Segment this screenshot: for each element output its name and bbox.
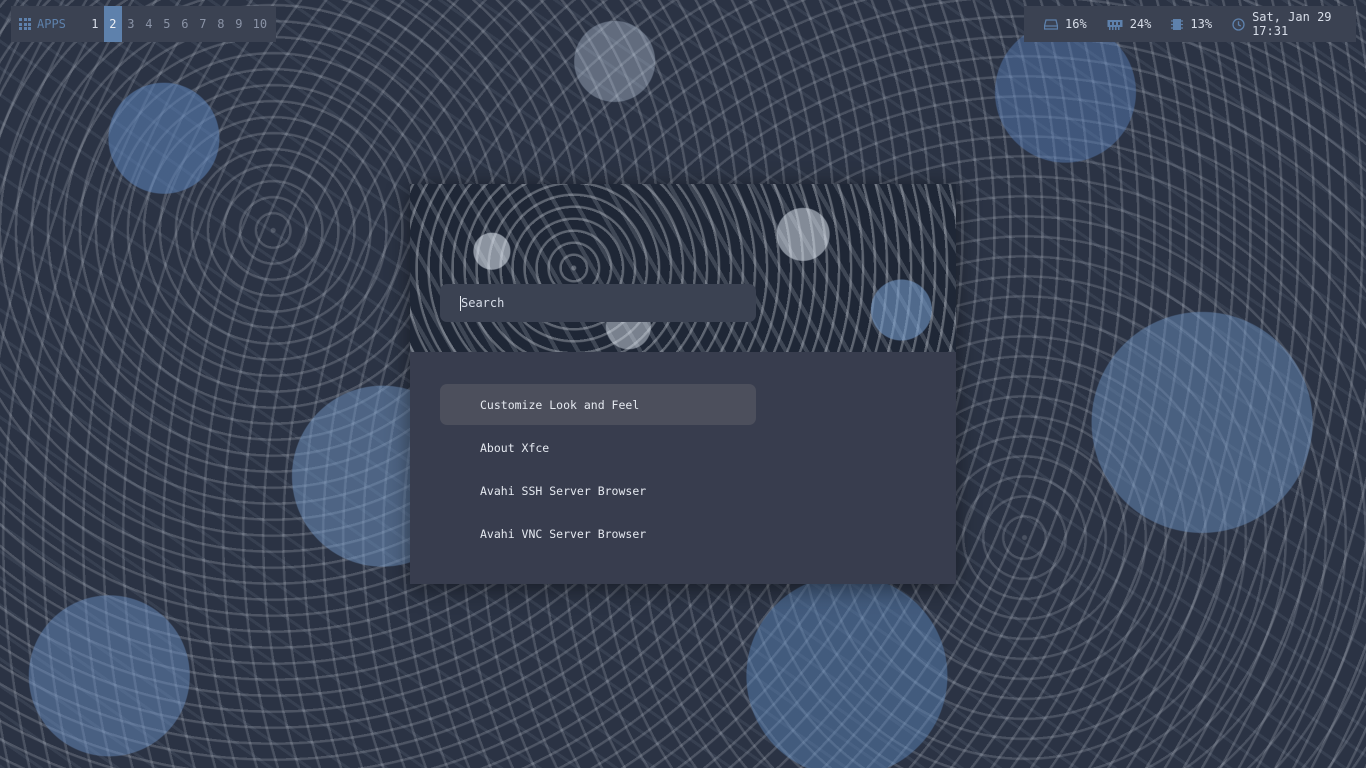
clock[interactable]: Sat, Jan 29 17:31 (1232, 10, 1356, 38)
app-launcher: Customize Look and Feel About Xfce Avahi… (410, 184, 956, 584)
clock-icon (1232, 17, 1245, 31)
search-input[interactable] (461, 296, 741, 310)
workspace-switcher: 1 2 3 4 5 6 7 8 9 10 (86, 6, 272, 42)
result-label: Customize Look and Feel (480, 397, 640, 412)
memory-icon (1107, 19, 1123, 30)
result-label: Avahi SSH Server Browser (480, 483, 647, 498)
workspace-1[interactable]: 1 (86, 6, 104, 42)
results-list: Customize Look and Feel About Xfce Avahi… (440, 384, 756, 556)
result-item-avahi-ssh-server-browser[interactable]: Avahi SSH Server Browser (440, 470, 756, 511)
result-item-customize-look-and-feel[interactable]: Customize Look and Feel (440, 384, 756, 425)
disk-usage[interactable]: 16% (1044, 17, 1087, 31)
top-left-panel: APPS 1 2 3 4 5 6 7 8 9 10 (11, 6, 276, 42)
workspace-7[interactable]: 7 (194, 6, 212, 42)
result-label: Avahi VNC Server Browser (480, 526, 647, 541)
apps-button[interactable]: APPS (11, 6, 74, 42)
workspace-9[interactable]: 9 (230, 6, 248, 42)
cpu-icon (1171, 17, 1184, 32)
result-item-avahi-vnc-server-browser[interactable]: Avahi VNC Server Browser (440, 513, 756, 554)
workspace-6[interactable]: 6 (176, 6, 194, 42)
workspace-2[interactable]: 2 (103, 6, 122, 42)
memory-usage-value: 24% (1129, 17, 1152, 31)
memory-usage[interactable]: 24% (1107, 17, 1152, 31)
apps-grid-icon (19, 18, 31, 30)
result-item-about-xfce[interactable]: About Xfce (440, 427, 756, 468)
search-box[interactable] (440, 284, 756, 322)
workspace-10[interactable]: 10 (248, 6, 272, 42)
workspace-3[interactable]: 3 (122, 6, 140, 42)
disk-usage-value: 16% (1065, 17, 1087, 31)
workspace-4[interactable]: 4 (140, 6, 158, 42)
disk-icon (1044, 18, 1058, 30)
top-right-panel: 16% 24% 13% Sat, Jan 29 17:31 (1024, 6, 1356, 42)
workspace-5[interactable]: 5 (158, 6, 176, 42)
clock-value: Sat, Jan 29 17:31 (1252, 10, 1332, 38)
cpu-usage-value: 13% (1190, 17, 1213, 31)
apps-label: APPS (37, 17, 66, 31)
workspace-8[interactable]: 8 (212, 6, 230, 42)
cpu-usage[interactable]: 13% (1171, 17, 1212, 32)
launcher-header-image (410, 184, 956, 352)
result-label: About Xfce (480, 440, 550, 455)
